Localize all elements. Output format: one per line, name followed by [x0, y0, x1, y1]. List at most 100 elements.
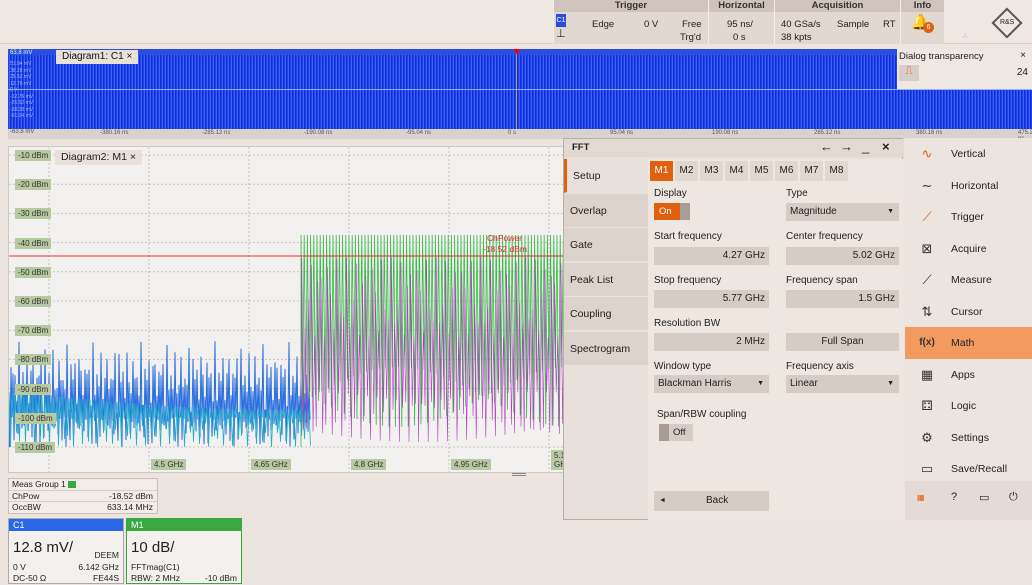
m1-indicator-icon	[68, 481, 77, 489]
transparency-slider-icon[interactable]: ⎍	[899, 65, 919, 81]
back-button[interactable]: ◄ Back	[654, 491, 769, 511]
close-icon[interactable]: ×	[882, 139, 890, 154]
c1-scale: 12.8 mV/	[13, 539, 74, 556]
d2-xtick: 5.1 GHz	[551, 450, 563, 470]
back-arrow-icon[interactable]: ←	[820, 139, 833, 154]
display-icon[interactable]: ▦	[917, 493, 925, 502]
monitor-icon[interactable]: ▭	[979, 491, 989, 504]
d2-ytick: -30 dBm	[15, 208, 52, 220]
type-value: Magnitude	[790, 206, 837, 217]
diagram2-tab[interactable]: Diagram2: M1 ×	[55, 150, 142, 165]
tab-m1[interactable]: M1	[650, 161, 673, 181]
fft-titlebar[interactable]: FFT ← → _ ×	[564, 139, 904, 157]
fft-side-peak-list[interactable]: Peak List	[564, 262, 648, 297]
menu-vertical[interactable]: ∿ Vertical	[905, 138, 1032, 170]
c1-coupling: DC-50 Ω	[13, 573, 47, 583]
fft-dialog[interactable]: FFT ← → _ × Setup Overlap Gate Peak List Cou…	[563, 138, 904, 521]
diagram1[interactable]: Diagram1: C1 × 63.8 mV 51.04 mV 38.28 mV 2…	[8, 49, 1032, 139]
center-frequency-input[interactable]: 5.02 GHz	[786, 247, 899, 265]
meas-row: OccBW 633.14 MHz	[9, 501, 157, 512]
tab-m5[interactable]: M5	[750, 161, 773, 181]
fft-side-overlap[interactable]: Overlap	[564, 193, 648, 228]
c1-channel-badge[interactable]: C1 12.8 mV/ DEEM 0 V 6.142 GHz DC-50 Ω F…	[8, 518, 124, 584]
fft-side-gate[interactable]: Gate	[564, 228, 648, 262]
coupling-toggle[interactable]: Off	[669, 424, 693, 441]
fft-side-spectrogram[interactable]: Spectrogram	[564, 331, 648, 366]
fft-side-coupling[interactable]: Coupling	[564, 297, 648, 331]
display-label: Display	[654, 188, 687, 199]
trigger-marker-icon[interactable]	[512, 49, 522, 55]
splitter-handle[interactable]	[512, 473, 526, 476]
stop-frequency-input[interactable]: 5.77 GHz	[654, 290, 769, 308]
coupling-toggle-knob[interactable]	[659, 424, 669, 441]
rs-logo-icon: R&S	[991, 7, 1023, 39]
window-type-label: Window type	[654, 361, 712, 372]
trigger-edge-icon: ⊥	[556, 28, 566, 40]
menu-apps[interactable]: ▦ Apps	[905, 359, 1032, 391]
trigger-state: Trg'd	[680, 32, 701, 43]
acq-rt: RT	[883, 19, 896, 30]
resolution-bw-input[interactable]: 2 MHz	[654, 333, 769, 351]
dialog-transparency-panel[interactable]: Dialog transparency × ⎍ 24	[897, 49, 1032, 89]
meas-title: Meas Group 1	[12, 479, 66, 489]
back-label: Back	[706, 495, 729, 506]
c1-waveform	[8, 55, 1032, 131]
display-toggle-knob[interactable]	[680, 203, 690, 220]
display-toggle[interactable]: On	[654, 203, 680, 220]
meas-name: OccBW	[12, 502, 41, 512]
tab-m8[interactable]: M8	[825, 161, 848, 181]
forward-arrow-icon[interactable]: →	[840, 139, 853, 154]
trigger-source: C1	[556, 14, 566, 27]
d1-xtick: -285.12 ns	[202, 130, 231, 136]
window-type-select[interactable]: Blackman Harris ▼	[654, 375, 769, 393]
menu-settings[interactable]: ⚙ Settings	[905, 422, 1032, 454]
diagram2[interactable]: Diagram2: M1 × -10 dBm -20 dBm -30 dBm -40 …	[8, 146, 564, 473]
minimize-icon[interactable]: _	[862, 139, 869, 154]
dialog-transparency-value[interactable]: 24	[1017, 67, 1028, 78]
meas-group-table[interactable]: Meas Group 1 ChPow -18.52 dBm OccBW 633.14…	[8, 478, 158, 514]
d1-ytick: 25.52 mV	[10, 74, 32, 80]
d1-ytick: 51.04 mV	[10, 61, 32, 67]
trigger-level: 0 V	[644, 19, 659, 30]
frequency-span-input[interactable]: 1.5 GHz	[786, 290, 899, 308]
d2-xtick: 4.5 GHz	[151, 459, 187, 470]
power-icon[interactable]: ⏻	[1009, 491, 1018, 504]
c1-deem: DEEM	[94, 550, 119, 560]
frequency-axis-select[interactable]: Linear ▼	[786, 375, 899, 393]
tab-m6[interactable]: M6	[775, 161, 798, 181]
menu-measure[interactable]: ⟋ Measure	[905, 264, 1032, 296]
d2-xtick: 4.95 GHz	[451, 459, 491, 470]
menu-math[interactable]: f(x) Math	[905, 327, 1032, 359]
trigger-panel[interactable]: Trigger C1 ⊥ Edge 0 V Free Trg'd	[553, 0, 708, 44]
full-span-button[interactable]: Full Span	[786, 333, 899, 351]
fft-side-setup[interactable]: Setup	[564, 159, 648, 193]
acquisition-panel[interactable]: Acquisition 40 GSa/s Sample RT 38 kpts	[774, 0, 900, 44]
tab-m4[interactable]: M4	[725, 161, 748, 181]
frequency-axis-label: Frequency axis	[786, 361, 854, 372]
trigger-header: Trigger	[554, 0, 708, 12]
tab-m7[interactable]: M7	[800, 161, 823, 181]
start-frequency-input[interactable]: 4.27 GHz	[654, 247, 769, 265]
meas-value: 633.14 MHz	[107, 502, 153, 512]
help-icon[interactable]: ?	[951, 491, 957, 503]
menu-cursor[interactable]: ⇅ Cursor	[905, 296, 1032, 328]
c1-freq: 6.142 GHz	[78, 562, 119, 572]
acquisition-header: Acquisition	[775, 0, 900, 12]
d1-ybot: -63.8 mV	[10, 129, 35, 135]
menu-horizontal[interactable]: ∼ Horizontal	[905, 170, 1032, 202]
d1-xtick: -380.16 ns	[100, 130, 129, 136]
close-icon[interactable]: ×	[1020, 50, 1026, 61]
m1-channel-badge[interactable]: M1 10 dB/ FFTmag(C1) RBW: 2 MHz -10 dBm	[126, 518, 242, 584]
menu-acquire[interactable]: ⊠ Acquire	[905, 233, 1032, 265]
menu-trigger[interactable]: ⟋ Trigger	[905, 201, 1032, 233]
menu-logic[interactable]: ⚃ Logic	[905, 390, 1032, 422]
cursor-icon: ⇅	[921, 303, 933, 319]
info-panel[interactable]: Info 🔔 6	[900, 0, 944, 44]
horizontal-panel[interactable]: Horizontal 95 ns/ 0 s	[708, 0, 774, 44]
tab-m3[interactable]: M3	[700, 161, 723, 181]
type-select[interactable]: Magnitude ▼	[786, 203, 899, 221]
diagram1-tab[interactable]: Diagram1: C1 ×	[56, 50, 139, 64]
left-arrow-icon: ◄	[659, 497, 666, 504]
center-frequency-label: Center frequency	[786, 231, 863, 242]
tab-m2[interactable]: M2	[675, 161, 698, 181]
